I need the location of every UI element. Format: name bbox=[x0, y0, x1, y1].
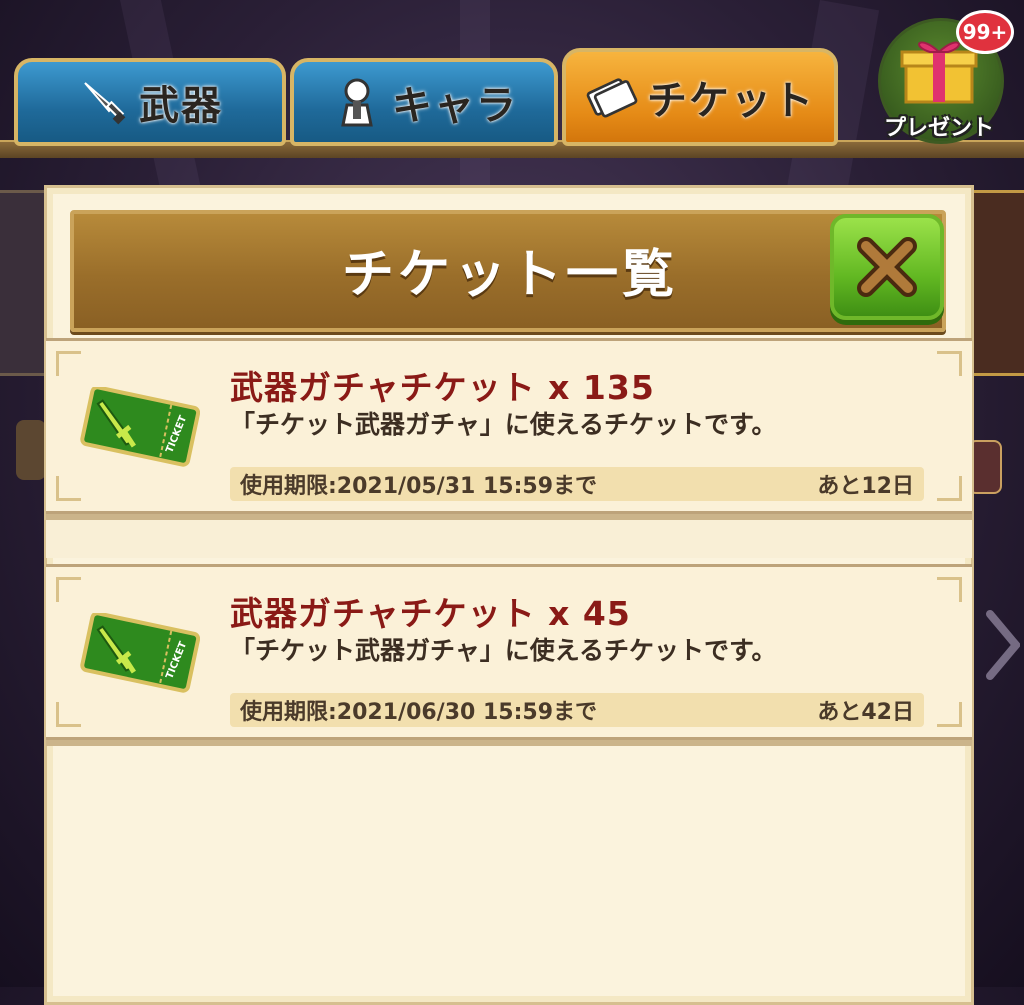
corner-ornament bbox=[937, 476, 962, 501]
expiry-bar: 使用期限:2021/06/30 15:59まで あと42日 bbox=[230, 693, 924, 727]
ticket-item[interactable]: TICKET 武器ガチャチケット x 135 「チケット武器ガチャ」に使えるチケ… bbox=[46, 338, 972, 514]
weapon-ticket-icon: TICKET bbox=[80, 613, 200, 693]
ticket-item[interactable]: TICKET 武器ガチャチケット x 45 「チケット武器ガチャ」に使えるチケッ… bbox=[46, 564, 972, 740]
background-card-right bbox=[968, 190, 1024, 376]
corner-ornament bbox=[56, 577, 81, 602]
tab-tickets[interactable]: チケット bbox=[562, 48, 838, 146]
character-icon bbox=[330, 75, 384, 129]
ticket-description: 「チケット武器ガチャ」に使えるチケットです。 bbox=[230, 410, 777, 439]
corner-ornament bbox=[56, 702, 81, 727]
weapon-ticket-icon: TICKET bbox=[80, 387, 200, 467]
close-icon bbox=[857, 237, 917, 297]
expiry-date: 使用期限:2021/05/31 15:59まで bbox=[240, 474, 598, 499]
tab-characters[interactable]: キャラ bbox=[290, 58, 558, 146]
tab-tickets-label: チケット bbox=[647, 78, 815, 124]
tab-weapons-label: 武器 bbox=[139, 83, 223, 129]
corner-ornament bbox=[56, 351, 81, 376]
expiry-date: 使用期限:2021/06/30 15:59まで bbox=[240, 700, 598, 725]
corner-ornament bbox=[937, 702, 962, 727]
list-spacer bbox=[46, 514, 972, 558]
background-side-button-left bbox=[16, 420, 46, 480]
corner-ornament bbox=[937, 351, 962, 376]
ticket-icon bbox=[585, 70, 639, 124]
tab-weapons[interactable]: 武器 bbox=[14, 58, 286, 146]
days-remaining: あと42日 bbox=[817, 700, 914, 725]
ticket-description: 「チケット武器ガチャ」に使えるチケットです。 bbox=[230, 636, 777, 665]
notification-badge: 99+ bbox=[956, 10, 1014, 54]
ticket-name: 武器ガチャチケット x 135 bbox=[230, 368, 655, 407]
panel-title: チケット一覧 bbox=[341, 244, 678, 305]
expiry-bar: 使用期限:2021/05/31 15:59まで あと12日 bbox=[230, 467, 924, 501]
sword-icon bbox=[77, 75, 131, 129]
chevron-right-icon bbox=[986, 610, 1020, 680]
close-button[interactable] bbox=[830, 214, 944, 320]
tab-bar: 武器 キャラ チケット プレゼント 99+ bbox=[0, 0, 1024, 160]
corner-ornament bbox=[937, 577, 962, 602]
tab-characters-label: キャラ bbox=[392, 83, 518, 129]
corner-ornament bbox=[56, 476, 81, 501]
days-remaining: あと12日 bbox=[817, 474, 914, 499]
ticket-name: 武器ガチャチケット x 45 bbox=[230, 594, 631, 633]
present-label: プレゼント bbox=[883, 116, 994, 141]
present-button[interactable]: プレゼント 99+ bbox=[878, 10, 1014, 144]
